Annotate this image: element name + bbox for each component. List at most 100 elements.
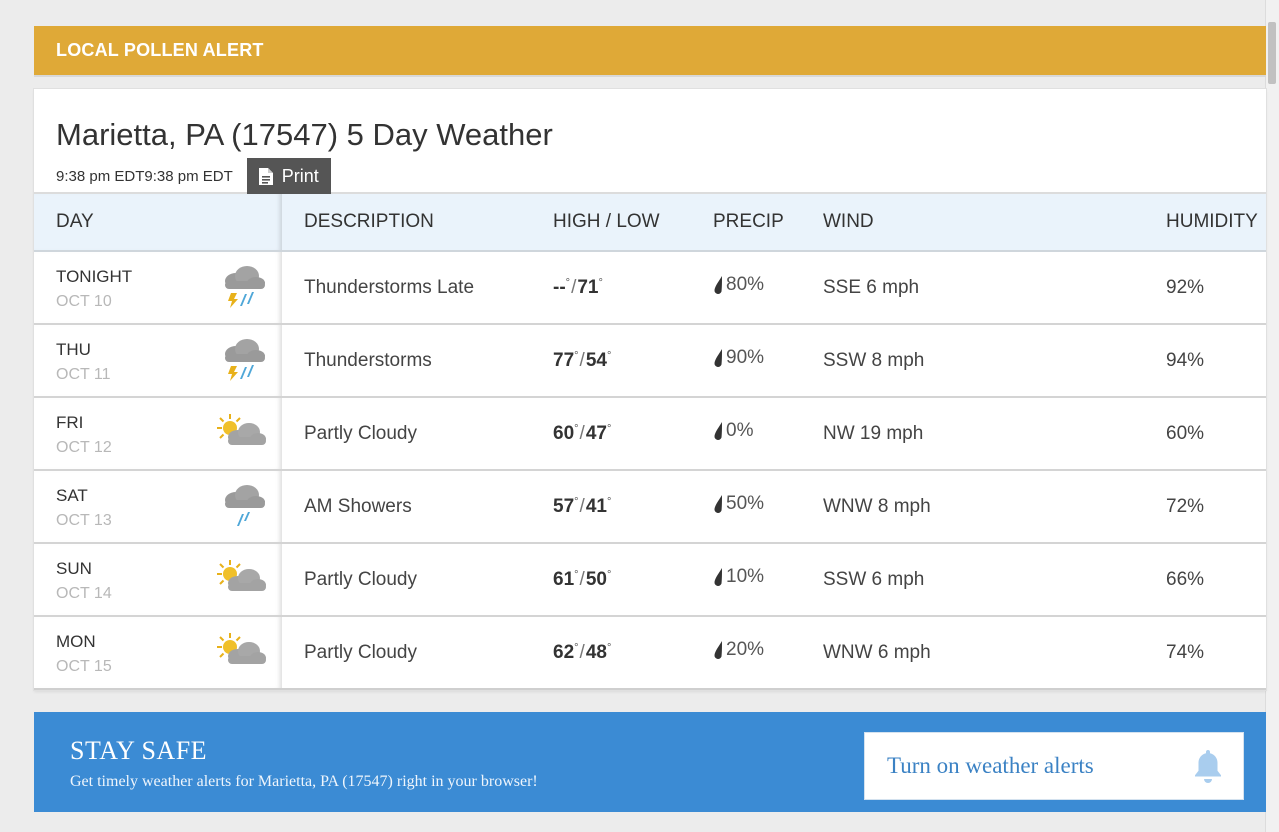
humidity-cell: 94% bbox=[1166, 324, 1266, 398]
raindrop-icon bbox=[714, 349, 722, 367]
temp-separator: / bbox=[579, 568, 585, 590]
wind-cell: SSW 6 mph bbox=[823, 543, 1166, 617]
high-low-cell: 60°/47° bbox=[553, 397, 713, 471]
precip-value: 10% bbox=[726, 566, 765, 587]
pollen-alert-bar[interactable]: LOCAL POLLEN ALERT bbox=[34, 26, 1266, 75]
raindrop-icon bbox=[714, 495, 722, 513]
day-cell: TONIGHT OCT 10 bbox=[34, 251, 282, 325]
high-temp: 62 bbox=[553, 641, 575, 663]
partly-cloudy-icon bbox=[216, 631, 268, 677]
stay-safe-subtitle: Get timely weather alerts for Marietta, … bbox=[70, 773, 538, 790]
print-button[interactable]: Print bbox=[246, 158, 331, 194]
table-row[interactable]: TONIGHT OCT 10 Thunderstorms Late --°/71… bbox=[34, 251, 1266, 325]
stay-safe-title: STAY SAFE bbox=[70, 736, 208, 765]
forecast-header: Marietta, PA (17547) 5 Day Weather 9:38 … bbox=[34, 89, 1266, 194]
precip-cell: 50% bbox=[713, 470, 823, 544]
degree-mark: ° bbox=[598, 276, 603, 289]
raindrop-icon bbox=[714, 422, 722, 440]
low-temp: 50 bbox=[585, 568, 607, 590]
high-low-cell: 61°/50° bbox=[553, 543, 713, 617]
page-content: LOCAL POLLEN ALERT Marietta, PA (17547) … bbox=[34, 0, 1266, 812]
degree-mark: ° bbox=[574, 422, 579, 435]
table-row[interactable]: FRI OCT 12 Partly Cloudy 60°/47° 0% NW 1… bbox=[34, 397, 1266, 471]
high-temp: 60 bbox=[553, 422, 575, 444]
table-row[interactable]: MON OCT 15 Partly Cloudy 62°/48° 20% WNW… bbox=[34, 616, 1266, 690]
day-cell: MON OCT 15 bbox=[34, 616, 282, 690]
description-cell: Partly Cloudy bbox=[282, 616, 553, 690]
showers-icon bbox=[216, 481, 268, 539]
weather-alerts-button-label: Turn on weather alerts bbox=[887, 753, 1094, 778]
high-temp: 57 bbox=[553, 495, 575, 517]
high-low-cell: 77°/54° bbox=[553, 324, 713, 398]
degree-mark: ° bbox=[574, 349, 579, 362]
precip-value: 20% bbox=[726, 639, 765, 660]
degree-mark: ° bbox=[574, 641, 579, 654]
high-low-cell: 57°/41° bbox=[553, 470, 713, 544]
humidity-cell: 74% bbox=[1166, 616, 1266, 690]
day-cell: FRI OCT 12 bbox=[34, 397, 282, 471]
precip-cell: 10% bbox=[713, 543, 823, 617]
high-temp: -- bbox=[553, 276, 566, 298]
low-temp: 41 bbox=[585, 495, 607, 517]
raindrop-icon bbox=[714, 568, 722, 586]
stay-safe-banner: STAY SAFE Get timely weather alerts for … bbox=[34, 712, 1266, 812]
document-icon bbox=[258, 167, 273, 185]
wind-cell: WNW 6 mph bbox=[823, 616, 1166, 690]
precip-value: 80% bbox=[726, 274, 765, 295]
wind-cell: NW 19 mph bbox=[823, 397, 1166, 471]
high-temp: 61 bbox=[553, 568, 575, 590]
scrollbar-thumb[interactable] bbox=[1268, 22, 1276, 84]
description-cell: AM Showers bbox=[282, 470, 553, 544]
humidity-cell: 66% bbox=[1166, 543, 1266, 617]
description-cell: Thunderstorms Late bbox=[282, 251, 553, 325]
degree-mark: ° bbox=[606, 422, 612, 435]
table-header-row: DAY DESCRIPTION HIGH / LOW PRECIP WIND H… bbox=[34, 193, 1266, 252]
humidity-cell: 60% bbox=[1166, 397, 1266, 471]
high-temp: 77 bbox=[553, 349, 575, 371]
precip-value: 0% bbox=[726, 420, 754, 441]
partly-cloudy-icon bbox=[216, 558, 268, 604]
column-header-description: DESCRIPTION bbox=[282, 193, 553, 252]
column-header-humidity: HUMIDITY bbox=[1166, 193, 1266, 252]
temp-separator: / bbox=[579, 422, 585, 444]
temp-separator: / bbox=[579, 495, 585, 517]
degree-mark: ° bbox=[606, 349, 612, 362]
bell-icon bbox=[1195, 750, 1221, 783]
table-row[interactable]: SUN OCT 14 Partly Cloudy 61°/50° 10% SSW… bbox=[34, 543, 1266, 617]
time-row: 9:38 pm EDT9:38 pm EDT Print bbox=[56, 158, 1244, 194]
weather-alerts-button[interactable]: Turn on weather alerts bbox=[864, 732, 1244, 800]
humidity-cell: 72% bbox=[1166, 470, 1266, 544]
low-temp: 54 bbox=[585, 349, 607, 371]
precip-value: 90% bbox=[726, 347, 765, 368]
page-title: Marietta, PA (17547) 5 Day Weather bbox=[56, 117, 553, 152]
day-cell: SUN OCT 14 bbox=[34, 543, 282, 617]
precip-cell: 80% bbox=[713, 251, 823, 325]
humidity-cell: 92% bbox=[1166, 251, 1266, 325]
day-cell: SAT OCT 13 bbox=[34, 470, 282, 544]
precip-cell: 20% bbox=[713, 616, 823, 690]
column-header-high-low: HIGH / LOW bbox=[553, 193, 713, 252]
degree-mark: ° bbox=[606, 641, 612, 654]
column-header-precip: PRECIP bbox=[713, 193, 823, 252]
description-cell: Thunderstorms bbox=[282, 324, 553, 398]
precip-value: 50% bbox=[726, 493, 765, 514]
low-temp: 47 bbox=[585, 422, 607, 444]
precip-cell: 0% bbox=[713, 397, 823, 471]
raindrop-icon bbox=[714, 641, 722, 659]
table-row[interactable]: SAT OCT 13 AM Showers 57°/41° 50% WNW 8 … bbox=[34, 470, 1266, 544]
high-low-cell: --°/71° bbox=[553, 251, 713, 325]
temp-separator: / bbox=[579, 349, 585, 371]
forecast-table: DAY DESCRIPTION HIGH / LOW PRECIP WIND H… bbox=[34, 192, 1266, 690]
temp-separator: / bbox=[579, 641, 585, 663]
column-header-day: DAY bbox=[34, 193, 282, 252]
degree-mark: ° bbox=[574, 568, 579, 581]
thunderstorm-icon bbox=[216, 335, 268, 393]
page-scrollbar[interactable] bbox=[1265, 0, 1279, 832]
print-button-label: Print bbox=[281, 165, 319, 186]
updated-time: 9:38 pm EDT9:38 pm EDT bbox=[56, 167, 233, 185]
degree-mark: ° bbox=[606, 495, 612, 508]
degree-mark: ° bbox=[574, 495, 579, 508]
wind-cell: SSE 6 mph bbox=[823, 251, 1166, 325]
column-header-wind: WIND bbox=[823, 193, 1166, 252]
table-row[interactable]: THU OCT 11 Thunderstorms 77°/54° 90% SSW… bbox=[34, 324, 1266, 398]
